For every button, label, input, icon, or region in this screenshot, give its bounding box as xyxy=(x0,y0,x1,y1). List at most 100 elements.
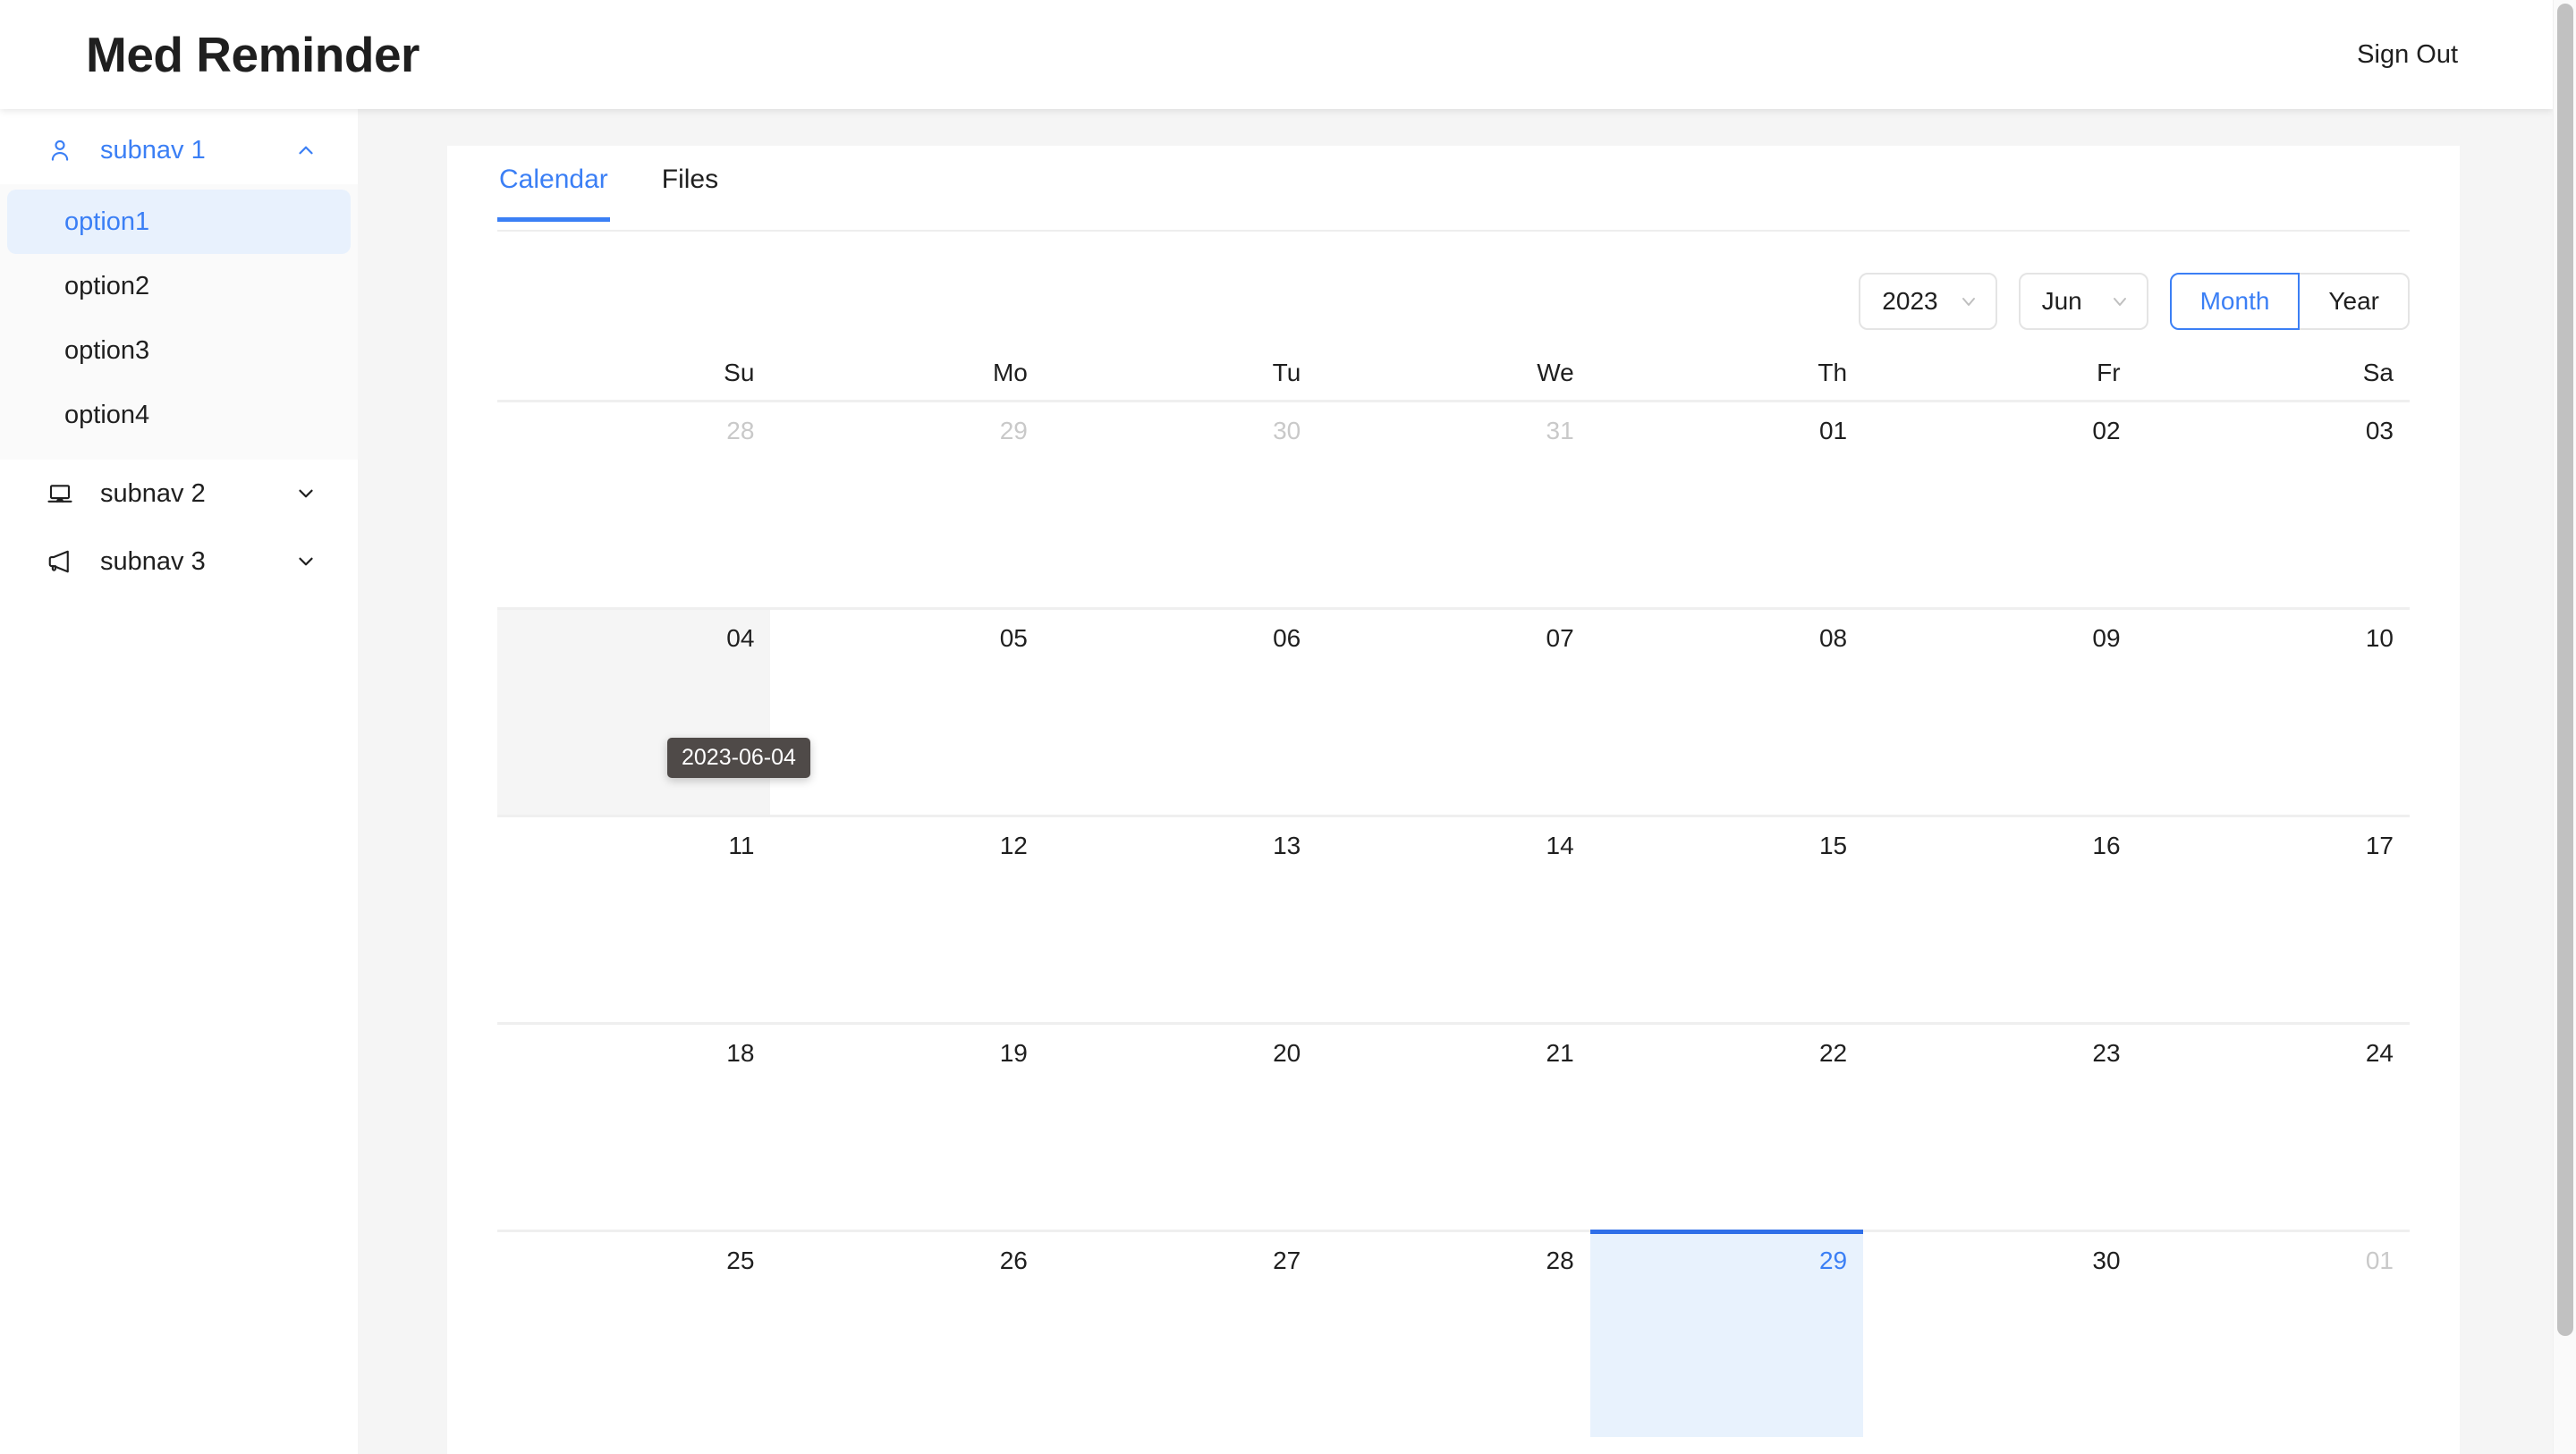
calendar-day-today[interactable]: 29 xyxy=(1590,1230,1863,1437)
calendar-day[interactable]: 17 xyxy=(2137,815,2410,1022)
calendar-cell: 13 xyxy=(1044,815,1317,1022)
chevron-down-icon xyxy=(2109,291,2131,312)
calendar-cell: 29 xyxy=(1590,1230,1863,1437)
calendar-grid: SuMoTuWeThFrSa 28293031010203042023-06-0… xyxy=(497,348,2410,1437)
calendar-day[interactable]: 08 xyxy=(1590,607,1863,815)
chevron-down-icon[interactable] xyxy=(293,549,318,574)
calendar-cell: 05 xyxy=(770,607,1043,815)
calendar-cell: 042023-06-04 xyxy=(497,607,770,815)
month-select[interactable]: Jun xyxy=(2019,273,2148,330)
calendar-cell: 29 xyxy=(770,400,1043,607)
sidebar-item-option4[interactable]: option4 xyxy=(7,383,351,447)
header-actions: Sign Out xyxy=(2353,33,2462,77)
calendar-day[interactable]: 31 xyxy=(1317,400,1589,607)
calendar-day[interactable]: 27 xyxy=(1044,1230,1317,1437)
view-mode-month-button[interactable]: Month xyxy=(2170,273,2301,330)
sidebar-group-header-subnav-2[interactable]: subnav 2 xyxy=(0,460,358,528)
calendar-day[interactable]: 13 xyxy=(1044,815,1317,1022)
calendar-day[interactable]: 06 xyxy=(1044,607,1317,815)
calendar-day[interactable]: 26 xyxy=(770,1230,1043,1437)
calendar-day[interactable]: 05 xyxy=(770,607,1043,815)
calendar-week-row: 25262728293001 xyxy=(497,1230,2410,1437)
sidebar-group-label: subnav 2 xyxy=(100,479,293,509)
view-mode-toggle: Month Year xyxy=(2170,273,2410,330)
calendar-cell: 01 xyxy=(1590,400,1863,607)
calendar-cell: 18 xyxy=(497,1022,770,1230)
tab-bar: Calendar Files xyxy=(497,146,2410,232)
calendar-day[interactable]: 20 xyxy=(1044,1022,1317,1230)
calendar-day[interactable]: 01 xyxy=(1590,400,1863,607)
year-select[interactable]: 2023 xyxy=(1859,273,1996,330)
weekday-header-mo: Mo xyxy=(770,348,1043,400)
calendar-day[interactable]: 18 xyxy=(497,1022,770,1230)
calendar-cell: 26 xyxy=(770,1230,1043,1437)
calendar-day[interactable]: 11 xyxy=(497,815,770,1022)
calendar-weekday-header: SuMoTuWeThFrSa xyxy=(497,348,2410,400)
calendar-day[interactable]: 30 xyxy=(1044,400,1317,607)
sign-out-button[interactable]: Sign Out xyxy=(2353,33,2462,77)
calendar-cell: 15 xyxy=(1590,815,1863,1022)
calendar-cell: 11 xyxy=(497,815,770,1022)
calendar-day[interactable]: 10 xyxy=(2137,607,2410,815)
calendar-day[interactable]: 29 xyxy=(770,400,1043,607)
chevron-up-icon[interactable] xyxy=(293,138,318,163)
chevron-down-icon[interactable] xyxy=(293,481,318,506)
calendar-cell: 01 xyxy=(2137,1230,2410,1437)
calendar-cell: 10 xyxy=(2137,607,2410,815)
chevron-down-icon xyxy=(1958,291,1979,312)
sidebar-item-option1[interactable]: option1 xyxy=(7,190,351,254)
body-wrapper: subnav 1 option1option2option3option4 subn… xyxy=(0,109,2553,1454)
sidebar-group-label: subnav 1 xyxy=(100,136,293,165)
app-root: Med Reminder Sign Out subnav 1option1opt… xyxy=(0,0,2576,1454)
calendar-day[interactable]: 19 xyxy=(770,1022,1043,1230)
year-select-value: 2023 xyxy=(1882,287,1937,316)
calendar-day-hovered[interactable]: 04 xyxy=(497,607,770,815)
calendar-week-row: 28293031010203 xyxy=(497,400,2410,607)
calendar-cell: 17 xyxy=(2137,815,2410,1022)
calendar-cell: 07 xyxy=(1317,607,1589,815)
calendar-cell: 06 xyxy=(1044,607,1317,815)
calendar-day[interactable]: 28 xyxy=(1317,1230,1589,1437)
tab-files[interactable]: Files xyxy=(660,165,720,220)
page-scrollbar[interactable] xyxy=(2553,0,2576,1454)
sidebar-item-option2[interactable]: option2 xyxy=(7,254,351,318)
calendar-day[interactable]: 30 xyxy=(1863,1230,2136,1437)
calendar-cell: 09 xyxy=(1863,607,2136,815)
calendar-day[interactable]: 01 xyxy=(2137,1230,2410,1437)
calendar-cell: 02 xyxy=(1863,400,2136,607)
calendar-cell: 25 xyxy=(497,1230,770,1437)
sidebar-submenu: option1option2option3option4 xyxy=(0,184,358,460)
calendar-day[interactable]: 12 xyxy=(770,815,1043,1022)
sidebar-item-option3[interactable]: option3 xyxy=(7,318,351,383)
tab-calendar[interactable]: Calendar xyxy=(497,165,610,220)
calendar-cell: 30 xyxy=(1044,400,1317,607)
calendar-week-row: 11121314151617 xyxy=(497,815,2410,1022)
calendar-day[interactable]: 16 xyxy=(1863,815,2136,1022)
date-tooltip: 2023-06-04 xyxy=(667,738,810,778)
calendar-day[interactable]: 09 xyxy=(1863,607,2136,815)
calendar-day[interactable]: 23 xyxy=(1863,1022,2136,1230)
calendar-day[interactable]: 25 xyxy=(497,1230,770,1437)
calendar-cell: 08 xyxy=(1590,607,1863,815)
calendar-toolbar: 2023 Jun Month Year xyxy=(497,232,2410,348)
calendar-day[interactable]: 03 xyxy=(2137,400,2410,607)
sidebar-group-subnav-3: subnav 3 xyxy=(0,528,358,596)
page-scrollbar-thumb[interactable] xyxy=(2557,4,2573,1336)
calendar-day[interactable]: 21 xyxy=(1317,1022,1589,1230)
calendar-cell: 16 xyxy=(1863,815,2136,1022)
calendar-day[interactable]: 22 xyxy=(1590,1022,1863,1230)
laptop-icon xyxy=(45,478,75,509)
calendar-day[interactable]: 24 xyxy=(2137,1022,2410,1230)
sidebar-group-header-subnav-1[interactable]: subnav 1 xyxy=(0,116,358,184)
calendar-day[interactable]: 07 xyxy=(1317,607,1589,815)
calendar-cell: 27 xyxy=(1044,1230,1317,1437)
calendar-cell: 24 xyxy=(2137,1022,2410,1230)
calendar-cell: 12 xyxy=(770,815,1043,1022)
weekday-header-th: Th xyxy=(1590,348,1863,400)
view-mode-year-button[interactable]: Year xyxy=(2300,273,2410,330)
calendar-day[interactable]: 14 xyxy=(1317,815,1589,1022)
calendar-day[interactable]: 02 xyxy=(1863,400,2136,607)
sidebar-group-header-subnav-3[interactable]: subnav 3 xyxy=(0,528,358,596)
calendar-day[interactable]: 15 xyxy=(1590,815,1863,1022)
calendar-day[interactable]: 28 xyxy=(497,400,770,607)
